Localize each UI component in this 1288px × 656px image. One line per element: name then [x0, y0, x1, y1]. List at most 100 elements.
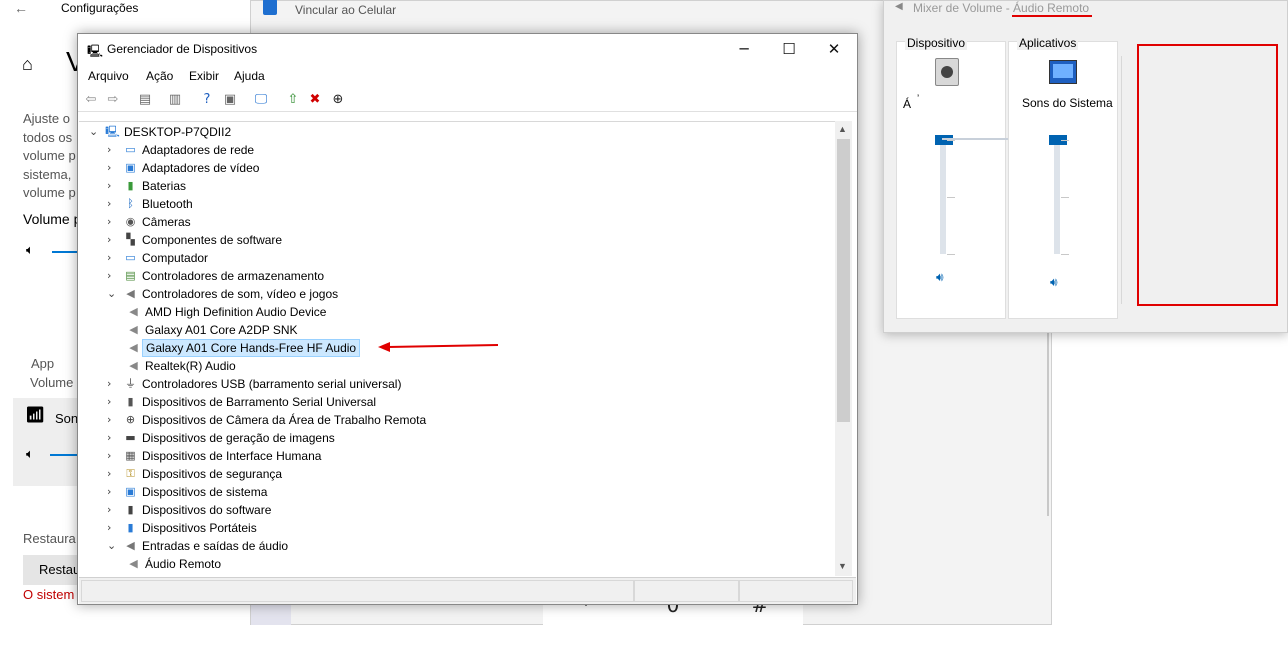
mixer-separator — [1121, 56, 1122, 304]
uninstall-icon[interactable]: ✖ — [306, 91, 324, 109]
desc-line: volume p — [23, 148, 76, 163]
device-name-underline — [1012, 15, 1092, 17]
desc-line: sistema, — [23, 166, 72, 182]
speaker-icon[interactable]: 🔈︎ — [26, 242, 34, 258]
speaker-device-icon — [935, 58, 959, 86]
expand-chevron-icon[interactable]: › — [107, 501, 119, 519]
phone-link-title: Vincular ao Celular — [295, 3, 397, 17]
usb-icon: ⏚ — [125, 377, 136, 390]
expand-chevron-icon[interactable]: › — [107, 483, 119, 501]
tree-item-label: Dispositivos de Câmera da Área de Trabal… — [142, 413, 427, 427]
battery-icon: ▮ — [127, 179, 134, 192]
app-volume-tick — [1061, 197, 1069, 198]
software-component-icon: ▚ — [126, 233, 135, 246]
expand-chevron-icon[interactable]: › — [107, 375, 119, 393]
app-volume-tick — [1061, 140, 1069, 141]
back-arrow-icon[interactable]: ← — [14, 0, 28, 16]
collapse-chevron-icon[interactable]: ⌄ — [107, 537, 119, 555]
tree-item-label: Adaptadores de rede — [142, 143, 255, 157]
volume-label: Volume p — [23, 211, 82, 227]
device-manager-window: 🖳︎ Gerenciador de Dispositivos ─ ☐ ✕ Arq… — [77, 33, 858, 605]
mixer-title-prefix: Mixer de Volume - — [913, 1, 1014, 15]
tree-item-label: Galaxy A01 Core A2DP SNK — [145, 323, 298, 337]
device-label-fragment: ʼ — [917, 94, 920, 105]
device-volume-track[interactable] — [940, 140, 946, 254]
back-icon[interactable]: ⇦ — [82, 91, 100, 109]
expand-chevron-icon[interactable]: › — [107, 429, 119, 447]
menu-arquivo[interactable]: Arquivo — [88, 69, 129, 83]
action-pane-icon[interactable]: ▣ — [221, 91, 239, 109]
storage-controller-icon: ▤ — [125, 269, 136, 282]
apps-panel-title: Aplicativos — [1017, 36, 1079, 50]
menu-acao[interactable]: Ação — [146, 69, 173, 83]
list-view-icon[interactable]: ▥ — [166, 91, 184, 109]
help-icon[interactable]: ? — [198, 91, 216, 109]
tree-item-label: Realtek(R) Audio — [145, 359, 236, 373]
restore-button[interactable]: Restau — [23, 555, 83, 585]
minimize-button[interactable]: ─ — [721, 36, 767, 62]
update-driver-icon[interactable]: ⇧ — [284, 91, 302, 109]
app-subheading: Volume — [30, 375, 74, 390]
tree-item-label: Dispositivos de segurança — [142, 467, 283, 481]
expand-chevron-icon[interactable]: › — [107, 141, 119, 159]
expand-chevron-icon[interactable]: › — [107, 249, 119, 267]
scan-hardware-icon[interactable]: 🖵︎ — [252, 91, 270, 109]
network-adapter-icon: ▭ — [125, 143, 136, 156]
scroll-up-icon[interactable]: ▲ — [838, 124, 847, 134]
expand-chevron-icon[interactable]: › — [107, 267, 119, 285]
app-mute-icon[interactable]: 🔊︎ — [1050, 275, 1058, 290]
imaging-device-icon: ▬ — [125, 431, 136, 444]
status-segment — [81, 580, 634, 602]
desc-line: volume p — [23, 185, 76, 200]
expand-chevron-icon[interactable]: › — [107, 393, 119, 411]
root-label: DESKTOP-P7QDII2 — [124, 125, 232, 139]
maximize-button[interactable]: ☐ — [766, 36, 812, 62]
bluetooth-icon: ᛒ — [127, 197, 134, 210]
expand-chevron-icon[interactable]: › — [107, 465, 119, 483]
menu-bar: Arquivo Ação Exibir Ajuda — [78, 65, 857, 87]
device-manager-icon: 🖳︎ — [87, 44, 104, 58]
settings-title: Configurações — [61, 1, 139, 15]
collapse-chevron-icon[interactable]: ⌄ — [107, 285, 119, 303]
forward-icon[interactable]: ⇨ — [104, 91, 122, 109]
remote-camera-icon: ⊕ — [125, 413, 136, 426]
device-label: Á — [903, 97, 912, 111]
expand-chevron-icon[interactable]: › — [107, 411, 119, 429]
collapse-chevron-icon[interactable]: ⌄ — [89, 123, 101, 141]
scroll-down-icon[interactable]: ▼ — [838, 561, 847, 571]
app-volume-track[interactable] — [1054, 140, 1060, 254]
home-icon[interactable]: ⌂ — [22, 54, 33, 75]
tree-item-label: Dispositivos Portáteis — [142, 521, 257, 535]
device-panel: Dispositivo Á ʼ 🔊︎ — [896, 36, 1006, 319]
tree-item-label: Baterias — [142, 179, 187, 193]
expand-chevron-icon[interactable]: › — [107, 159, 119, 177]
close-button[interactable]: ✕ — [811, 36, 857, 62]
device-mute-icon[interactable]: 🔊︎ — [936, 270, 944, 285]
wireless-speaker-icon: 📶︎ — [25, 407, 46, 424]
app-volume-section: App Volume — [30, 354, 74, 392]
expand-chevron-icon[interactable]: › — [107, 195, 119, 213]
status-segment — [634, 580, 739, 602]
device-volume-tick — [947, 254, 955, 255]
audio-device-icon: ◀ — [129, 323, 138, 336]
app-speaker-icon[interactable]: 🔈︎ — [26, 446, 34, 462]
expand-chevron-icon[interactable]: › — [107, 177, 119, 195]
expand-chevron-icon[interactable]: › — [107, 519, 119, 537]
scrollbar-thumb[interactable] — [837, 139, 850, 422]
menu-ajuda[interactable]: Ajuda — [234, 69, 265, 83]
app-name: Son — [55, 411, 79, 426]
settings-description: Ajuste o todos os volume p sistema, volu… — [23, 110, 83, 203]
expand-chevron-icon[interactable]: › — [107, 447, 119, 465]
expand-chevron-icon[interactable]: › — [107, 231, 119, 249]
expand-chevron-icon[interactable]: › — [107, 213, 119, 231]
disable-device-icon[interactable]: ⊕ — [329, 91, 347, 109]
properties-view-icon[interactable]: ▤ — [136, 91, 154, 109]
device-volume-tick — [947, 140, 955, 141]
phone-scrollbar[interactable] — [1047, 331, 1049, 516]
software-device-icon: ▮ — [127, 503, 134, 516]
tree-item-label: Dispositivos de sistema — [142, 485, 268, 499]
menu-exibir[interactable]: Exibir — [189, 69, 219, 83]
master-volume-slider[interactable] — [52, 251, 78, 253]
app-volume-slider[interactable] — [50, 454, 79, 456]
audio-device-icon: ◀ — [129, 305, 138, 318]
